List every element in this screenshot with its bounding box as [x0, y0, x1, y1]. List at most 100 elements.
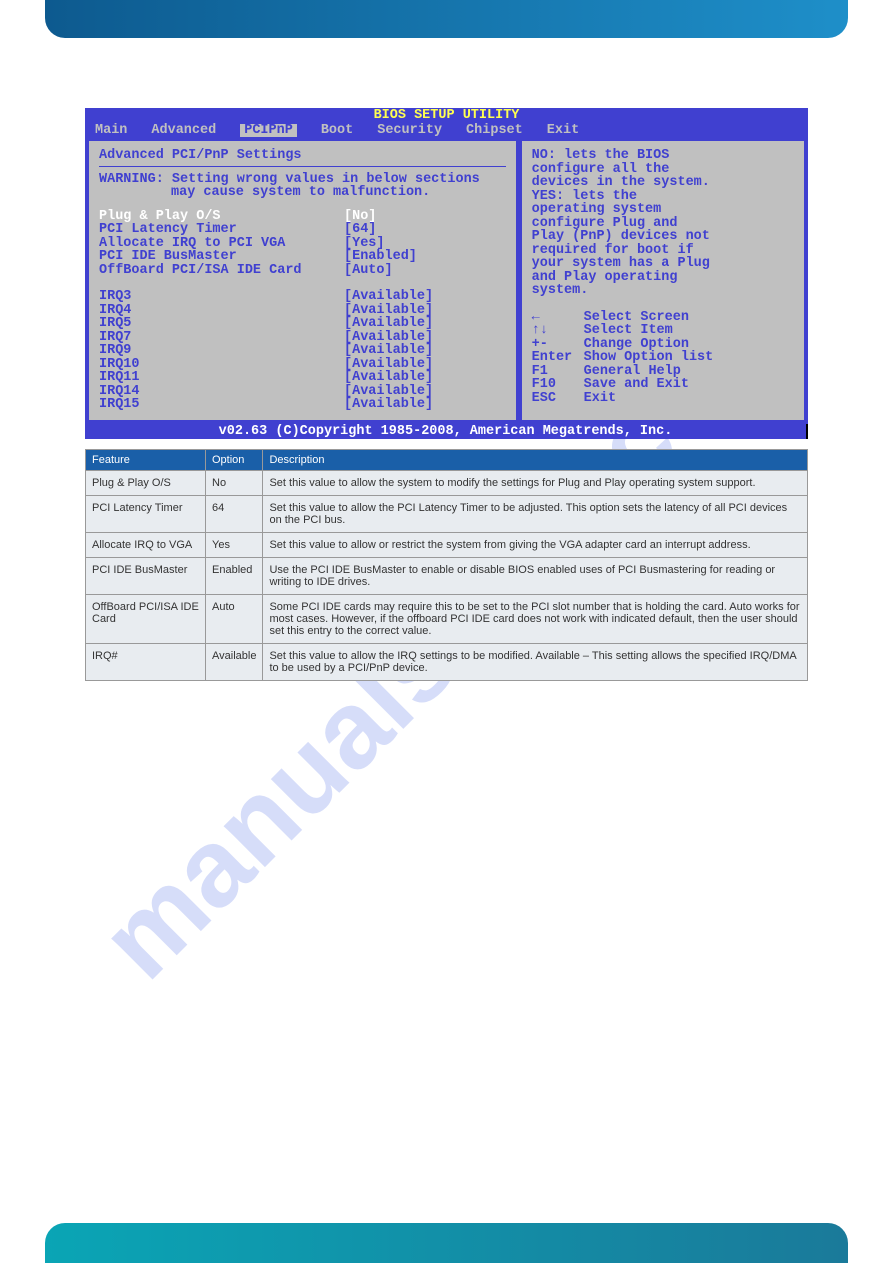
cell-feature: IRQ#: [86, 644, 206, 681]
warning-text-2: may cause system to malfunction.: [171, 185, 430, 200]
divider: [99, 166, 506, 167]
option-label: IRQ11: [99, 371, 344, 385]
cell-desc: Set this value to allow the IRQ settings…: [263, 644, 808, 681]
menu-chipset[interactable]: Chipset: [466, 124, 523, 138]
option-value: [Available]: [344, 344, 506, 358]
option-value: [Available]: [344, 331, 506, 345]
bios-option[interactable]: OffBoard PCI/ISA IDE Card [Auto]: [99, 264, 506, 278]
option-value: [Yes]: [344, 237, 506, 251]
bios-irq-option[interactable]: IRQ15 [Available]: [99, 398, 506, 412]
bios-option-highlight[interactable]: Plug & Play O/S [No]: [99, 210, 506, 224]
option-label: IRQ10: [99, 358, 344, 372]
help-line: Play (PnP) devices not: [532, 230, 794, 244]
bios-irq-option[interactable]: IRQ11 [Available]: [99, 371, 506, 385]
option-value: [No]: [344, 210, 506, 224]
bios-left-pane: Advanced PCI/PnP Settings WARNING: Setti…: [89, 141, 516, 420]
bios-warning: WARNING: Setting wrong values in below s…: [99, 173, 506, 200]
cell-option: 64: [206, 496, 263, 533]
option-label: IRQ9: [99, 344, 344, 358]
header-bar: [45, 0, 848, 38]
option-label: IRQ4: [99, 304, 344, 318]
bios-option[interactable]: PCI Latency Timer [64]: [99, 223, 506, 237]
option-value: [Available]: [344, 290, 506, 304]
cell-option: No: [206, 471, 263, 496]
nav-key: F10: [532, 378, 584, 392]
bios-footer: v02.63 (C)Copyright 1985-2008, American …: [85, 424, 808, 440]
nav-desc: Select Screen: [584, 311, 689, 325]
menu-boot[interactable]: Boot: [321, 124, 353, 138]
help-line: devices in the system.: [532, 176, 794, 190]
table-row: OffBoard PCI/ISA IDE Card Auto Some PCI …: [86, 595, 808, 644]
option-label: IRQ5: [99, 317, 344, 331]
option-label: IRQ3: [99, 290, 344, 304]
bios-irq-option[interactable]: IRQ7 [Available]: [99, 331, 506, 345]
nav-desc: Select Item: [584, 324, 673, 338]
option-label: IRQ14: [99, 385, 344, 399]
menu-pcipnp[interactable]: PCIPnP: [240, 124, 297, 138]
option-label: PCI IDE BusMaster: [99, 250, 344, 264]
bios-menubar: Main Advanced PCIPnP Boot Security Chips…: [85, 124, 808, 138]
table-row: PCI IDE BusMaster Enabled Use the PCI ID…: [86, 558, 808, 595]
nav-row: ← Select Screen: [532, 311, 794, 325]
help-line: and Play operating: [532, 271, 794, 285]
option-label: OffBoard PCI/ISA IDE Card: [99, 264, 344, 278]
option-value: [Available]: [344, 398, 506, 412]
cell-desc: Some PCI IDE cards may require this to b…: [263, 595, 808, 644]
bios-setup: BIOS SETUP UTILITY Main Advanced PCIPnP …: [85, 108, 808, 439]
bios-irq-option[interactable]: IRQ4 [Available]: [99, 304, 506, 318]
option-value: [Available]: [344, 371, 506, 385]
nav-row: +- Change Option: [532, 338, 794, 352]
option-value: [Available]: [344, 385, 506, 399]
option-value: [Available]: [344, 304, 506, 318]
footer-bar: [45, 1223, 848, 1263]
bios-irq-option[interactable]: IRQ9 [Available]: [99, 344, 506, 358]
bios-irq-option[interactable]: IRQ14 [Available]: [99, 385, 506, 399]
menu-main[interactable]: Main: [95, 124, 127, 138]
option-label: IRQ7: [99, 331, 344, 345]
option-value: [Auto]: [344, 264, 506, 278]
cell-desc: Set this value to allow the PCI Latency …: [263, 496, 808, 533]
bios-nav-help: ← Select Screen ↑↓ Select Item +- Change…: [532, 311, 794, 406]
section-title: Advanced PCI/PnP Settings: [99, 149, 506, 163]
cell-option: Yes: [206, 533, 263, 558]
nav-key: +-: [532, 338, 584, 352]
bios-option[interactable]: PCI IDE BusMaster [Enabled]: [99, 250, 506, 264]
option-label: PCI Latency Timer: [99, 223, 344, 237]
option-value: [Available]: [344, 358, 506, 372]
help-line: system.: [532, 284, 794, 298]
nav-key: ↑↓: [532, 324, 584, 338]
warning-label: WARNING:: [99, 172, 164, 187]
help-line: YES: lets the: [532, 190, 794, 204]
option-label: Plug & Play O/S: [99, 210, 344, 224]
table-row: Plug & Play O/S No Set this value to all…: [86, 471, 808, 496]
table-row: PCI Latency Timer 64 Set this value to a…: [86, 496, 808, 533]
nav-row: ESC Exit: [532, 392, 794, 406]
cell-desc: Set this value to allow or restrict the …: [263, 533, 808, 558]
nav-key: ESC: [532, 392, 584, 406]
nav-desc: Exit: [584, 392, 616, 406]
nav-desc: Change Option: [584, 338, 689, 352]
header-description: Description: [263, 450, 808, 471]
bios-irq-option[interactable]: IRQ3 [Available]: [99, 290, 506, 304]
bios-irq-option[interactable]: IRQ5 [Available]: [99, 317, 506, 331]
bios-option[interactable]: Allocate IRQ to PCI VGA [Yes]: [99, 237, 506, 251]
table-row: IRQ# Available Set this value to allow t…: [86, 644, 808, 681]
option-value: [Available]: [344, 317, 506, 331]
nav-row: Enter Show Option list: [532, 351, 794, 365]
menu-security[interactable]: Security: [377, 124, 442, 138]
menu-advanced[interactable]: Advanced: [151, 124, 216, 138]
option-value: [Enabled]: [344, 250, 506, 264]
bios-irq-option[interactable]: IRQ10 [Available]: [99, 358, 506, 372]
bios-help-text: NO: lets the BIOS configure all the devi…: [532, 149, 794, 298]
cell-feature: Plug & Play O/S: [86, 471, 206, 496]
help-line: operating system: [532, 203, 794, 217]
header-option: Option: [206, 450, 263, 471]
cell-option: Available: [206, 644, 263, 681]
menu-exit[interactable]: Exit: [547, 124, 579, 138]
table-row: Allocate IRQ to VGA Yes Set this value t…: [86, 533, 808, 558]
help-line: your system has a Plug: [532, 257, 794, 271]
cell-feature: PCI IDE BusMaster: [86, 558, 206, 595]
nav-row: ↑↓ Select Item: [532, 324, 794, 338]
option-value: [64]: [344, 223, 506, 237]
settings-table: Feature Option Description Plug & Play O…: [85, 449, 808, 681]
